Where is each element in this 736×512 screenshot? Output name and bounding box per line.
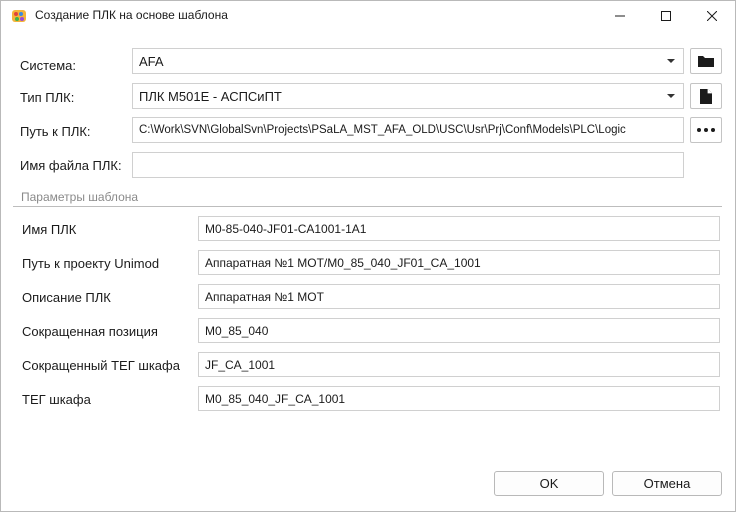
plc-path-field[interactable]: C:\Work\SVN\GlobalSvn\Projects\PSaLA_MST… [132,117,684,143]
plc-path-label: Путь к ПЛК: [20,124,91,139]
ellipsis-icon [697,128,715,132]
title-bar: Создание ПЛК на основе шаблона [1,1,735,31]
minimize-icon [615,15,625,17]
folder-icon [698,56,714,67]
window-title: Создание ПЛК на основе шаблона [35,8,228,22]
template-params-title: Параметры шаблона [21,190,139,204]
param-label-unimod-path: Путь к проекту Unimod [22,256,160,271]
minimize-button[interactable] [597,1,643,31]
browse-folder-button[interactable] [690,48,722,74]
system-select-value: AFA [139,53,164,69]
param-field-plc-name[interactable]: M0-85-040-JF01-CA1001-1A1 [198,216,720,241]
param-field-short-position[interactable]: M0_85_040 [198,318,720,343]
plc-filename-label: Имя файла ПЛК: [20,158,122,173]
param-label-short-position: Сокращенная позиция [22,324,158,339]
param-field-short-cabinet-tag[interactable]: JF_CA_1001 [198,352,720,377]
plc-type-select[interactable]: ПЛК M501E - АСПСиПТ [132,83,684,109]
param-label-plc-name: Имя ПЛК [22,222,77,237]
section-divider [13,206,722,207]
param-field-plc-description[interactable]: Аппаратная №1 МОТ [198,284,720,309]
plc-filename-field[interactable] [132,152,684,178]
param-field-cabinet-tag[interactable]: M0_85_040_JF_CA_1001 [198,386,720,411]
param-label-plc-description: Описание ПЛК [22,290,111,305]
chevron-down-icon [667,94,675,98]
system-label: Система: [20,58,76,73]
maximize-button[interactable] [643,1,689,31]
maximize-icon [661,11,671,21]
param-label-short-cabinet-tag: Сокращенный ТЕГ шкафа [22,358,180,373]
plc-type-label: Тип ПЛК: [20,90,75,105]
file-icon [700,88,712,104]
system-select[interactable]: AFA [132,48,684,74]
close-icon [707,11,717,21]
app-palette-icon [12,10,26,22]
ok-button[interactable]: OK [494,471,604,496]
more-options-button[interactable] [690,117,722,143]
new-file-button[interactable] [690,83,722,109]
plc-type-select-value: ПЛК M501E - АСПСиПТ [139,88,282,104]
param-label-cabinet-tag: ТЕГ шкафа [22,392,91,407]
cancel-button[interactable]: Отмена [612,471,722,496]
dialog-window: Создание ПЛК на основе шаблона Система: … [0,0,736,512]
param-field-unimod-path[interactable]: Аппаратная №1 МОТ/M0_85_040_JF01_CA_1001 [198,250,720,275]
close-button[interactable] [689,1,735,31]
chevron-down-icon [667,59,675,63]
